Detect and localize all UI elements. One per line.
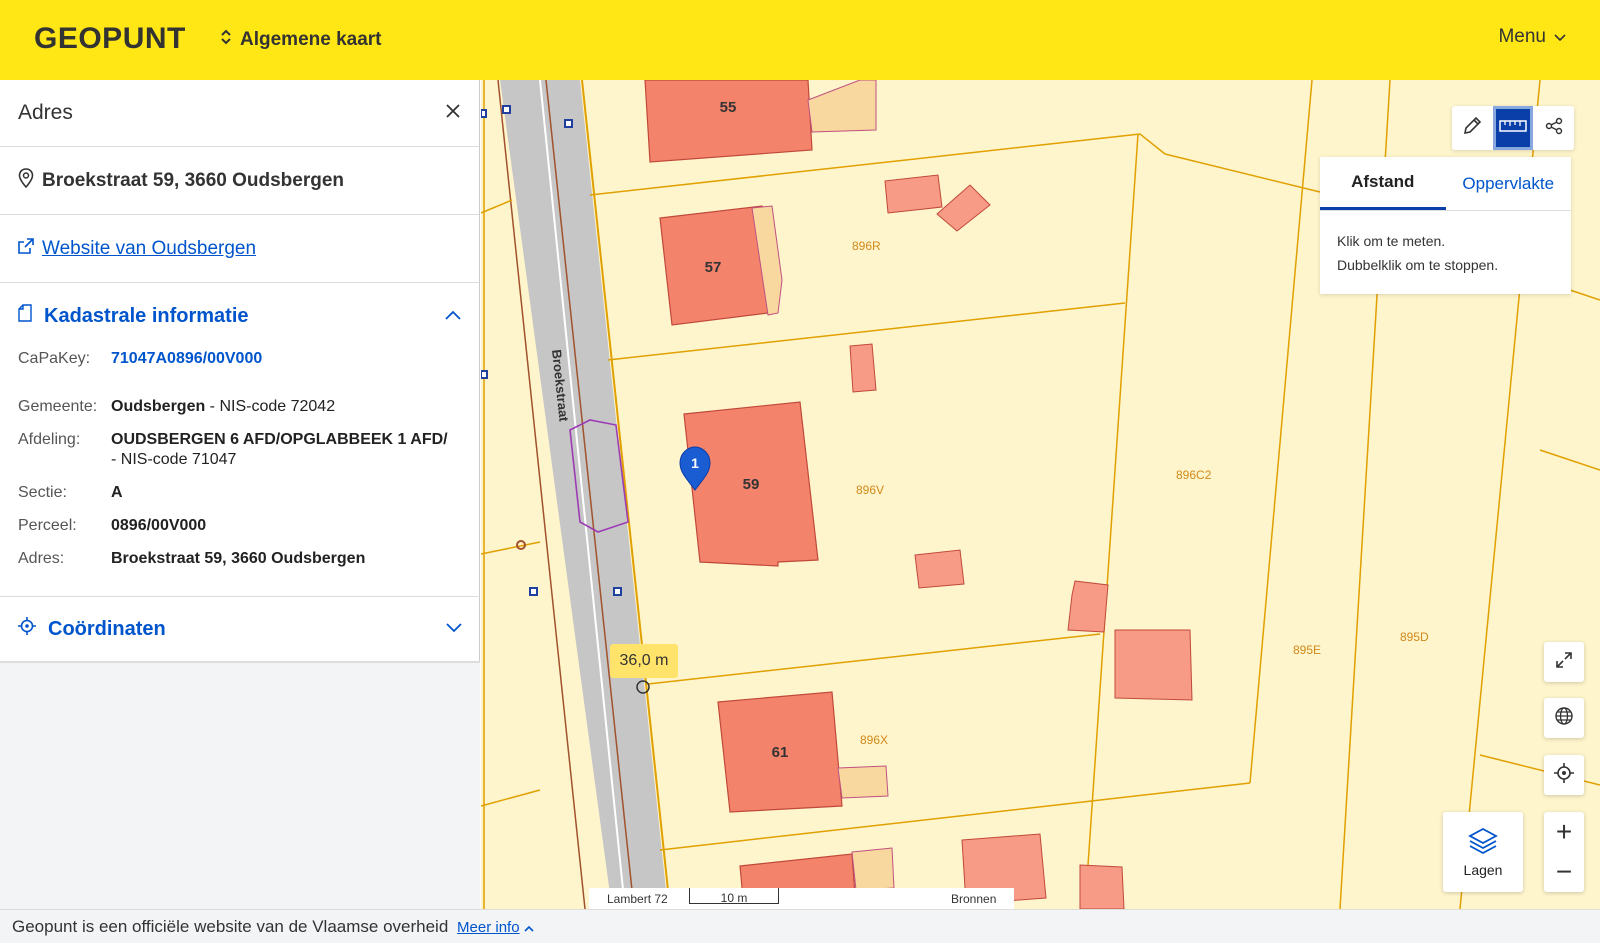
perceel-value: 0896/00V000 xyxy=(111,517,207,534)
panel-title: Adres xyxy=(18,101,73,124)
afdeling-row: Afdeling: OUDSBERGEN 6 AFD/OPGLABBEEK 1 … xyxy=(18,430,461,470)
fullscreen-button[interactable] xyxy=(1544,642,1584,682)
measure-help: Klik om te meten. Dubbelklik om te stopp… xyxy=(1320,211,1571,295)
menu-button[interactable]: Menu xyxy=(1498,26,1566,48)
panel-empty-area xyxy=(0,662,480,909)
updown-chevron-icon xyxy=(220,28,232,52)
sectie-label: Sectie: xyxy=(18,484,67,501)
afdeling-nis: - NIS-code 71047 xyxy=(111,451,237,468)
external-link-icon xyxy=(18,238,34,259)
afdeling-name: OUDSBERGEN 6 AFD/OPGLABBEEK 1 AFD/ xyxy=(111,431,448,448)
parcel-label: 896X xyxy=(860,733,888,747)
share-icon xyxy=(1545,117,1563,140)
footer: Geopunt is een officiële website van de … xyxy=(0,909,1600,943)
sectie-row: Sectie: A xyxy=(18,483,461,503)
perceel-row: Perceel: 0896/00V000 xyxy=(18,516,461,536)
tab-distance[interactable]: Afstand xyxy=(1320,157,1446,210)
menu-label: Menu xyxy=(1498,26,1546,47)
coordinaten-accordion-header[interactable]: Coördinaten xyxy=(0,596,480,662)
house-number: 55 xyxy=(720,99,737,116)
sectie-value: A xyxy=(111,484,123,501)
marker-label: 1 xyxy=(691,455,699,471)
website-row: Website van Oudsbergen xyxy=(0,215,479,283)
map-selector-label: Algemene kaart xyxy=(240,29,382,50)
capakey-value[interactable]: 71047A0896/00V000 xyxy=(111,349,262,369)
parcel-label: 895E xyxy=(1293,643,1321,657)
sources-link[interactable]: Bronnen xyxy=(951,892,996,906)
top-header: GEOPUNT Algemene kaart Menu xyxy=(0,0,1600,80)
outbuildings xyxy=(849,174,1193,909)
close-icon[interactable] xyxy=(445,103,461,124)
draw-button[interactable] xyxy=(1452,106,1493,150)
map-selector[interactable]: Algemene kaart xyxy=(220,28,382,52)
layers-button[interactable]: Lagen xyxy=(1443,812,1523,892)
parcel-label: 896C2 xyxy=(1176,468,1212,482)
layers-icon xyxy=(1468,827,1498,858)
measure-tabs: Afstand Oppervlakte xyxy=(1320,157,1571,211)
gemeente-nis: - NIS-code 72042 xyxy=(205,398,336,415)
gemeente-name: Oudsbergen xyxy=(111,398,206,415)
layers-label: Lagen xyxy=(1463,861,1503,878)
coordinaten-title: Coördinaten xyxy=(48,617,166,640)
tab-area[interactable]: Oppervlakte xyxy=(1446,157,1572,210)
share-button[interactable] xyxy=(1533,106,1574,150)
geopunt-logo[interactable]: GEOPUNT xyxy=(34,22,186,56)
zoom-in-button[interactable]: + xyxy=(1544,812,1584,852)
address-panel: Adres Broekstraat 59, 3660 Oudsbergen We… xyxy=(0,80,480,909)
scale-bar: Lambert 72 10 m Bronnen xyxy=(589,888,1014,909)
expand-icon xyxy=(1555,651,1573,674)
capakey-row: CaPaKey: 71047A0896/00V000 xyxy=(18,349,461,369)
perceel-label: Perceel: xyxy=(18,517,77,534)
crosshair-icon xyxy=(18,617,36,641)
globe-button[interactable] xyxy=(1544,698,1584,738)
globe-icon xyxy=(1554,706,1574,731)
afdeling-label: Afdeling: xyxy=(18,431,81,448)
gemeente-label: Gemeente: xyxy=(18,398,98,415)
measure-help-line: Klik om te meten. xyxy=(1337,233,1446,249)
website-link[interactable]: Website van Oudsbergen xyxy=(42,238,256,260)
adres-row: Adres: Broekstraat 59, 3660 Oudsbergen xyxy=(18,549,461,569)
kadastraal-details: CaPaKey: 71047A0896/00V000 Gemeente: Oud… xyxy=(0,349,479,569)
map-tools xyxy=(1452,106,1574,150)
kadastraal-title: Kadastrale informatie xyxy=(44,304,249,327)
buildings xyxy=(644,80,857,909)
ruler-icon xyxy=(1499,119,1527,137)
house-number: 59 xyxy=(743,476,760,493)
location-pin-icon xyxy=(18,168,34,193)
chevron-up-icon xyxy=(524,917,534,936)
address-row: Broekstraat 59, 3660 Oudsbergen xyxy=(0,147,479,215)
chevron-down-icon xyxy=(1554,26,1566,48)
building-55 xyxy=(644,80,813,163)
scale-length: 10 m xyxy=(720,891,748,905)
zoom-controls: + − xyxy=(1544,812,1584,892)
capakey-label: CaPaKey: xyxy=(18,350,91,367)
measure-panel: Afstand Oppervlakte Klik om te meten. Du… xyxy=(1320,157,1571,294)
crosshair-icon xyxy=(1554,762,1574,788)
zoom-out-button[interactable]: − xyxy=(1544,852,1584,892)
house-number: 57 xyxy=(705,259,722,276)
measure-button[interactable] xyxy=(1492,106,1534,150)
parcel-label: 896V xyxy=(856,483,884,497)
footer-text: Geopunt is een officiële website van de … xyxy=(12,917,449,936)
parcel-label: 896R xyxy=(852,239,881,253)
more-info-link[interactable]: Meer info xyxy=(457,919,520,936)
document-icon xyxy=(18,304,32,328)
address-text: Broekstraat 59, 3660 Oudsbergen xyxy=(42,169,345,191)
measure-help-line: Dubbelklik om te stoppen. xyxy=(1337,257,1499,273)
gemeente-row: Gemeente: Oudsbergen - NIS-code 72042 xyxy=(18,397,461,417)
pencil-icon xyxy=(1462,116,1482,141)
projection-label[interactable]: Lambert 72 xyxy=(607,892,668,906)
adres-value: Broekstraat 59, 3660 Oudsbergen xyxy=(111,550,366,567)
chevron-up-icon xyxy=(445,307,461,325)
panel-header: Adres xyxy=(0,80,479,147)
locate-button[interactable] xyxy=(1544,755,1584,795)
house-number: 61 xyxy=(772,744,789,761)
parcel-label: 895D xyxy=(1400,630,1429,644)
kadastraal-accordion-header[interactable]: Kadastrale informatie xyxy=(0,283,479,349)
road-surface xyxy=(500,80,668,909)
distance-tooltip: 36,0 m xyxy=(610,644,678,678)
chevron-down-icon xyxy=(446,620,462,638)
adres-label: Adres: xyxy=(18,550,65,567)
